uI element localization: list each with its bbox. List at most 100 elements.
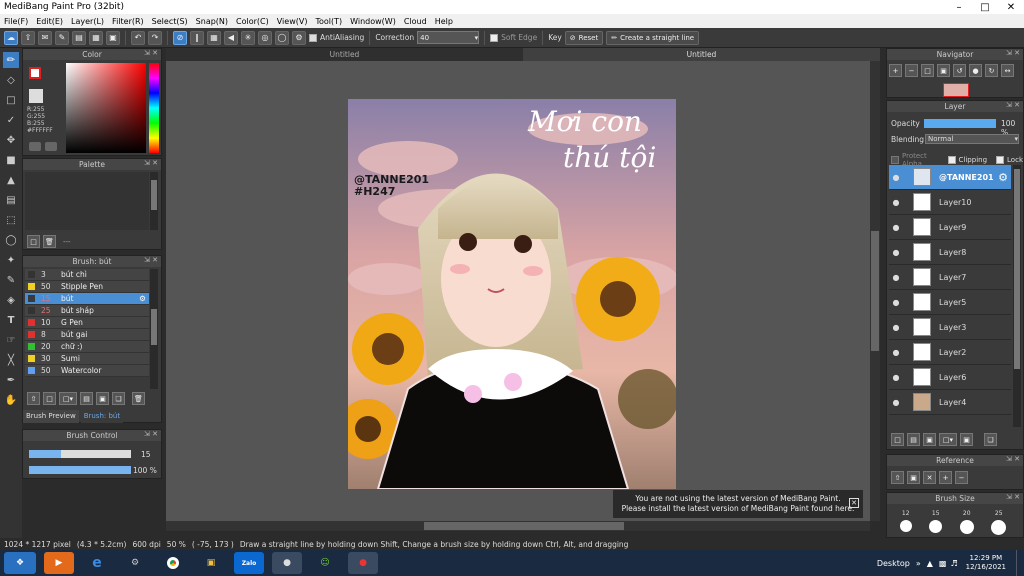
horizontal-scrollbar[interactable] (166, 521, 870, 531)
menu-select[interactable]: Select(S) (148, 17, 192, 26)
zoom-out-icon[interactable]: − (905, 64, 918, 77)
eye-icon[interactable]: ● (889, 348, 903, 357)
hue-slider[interactable] (149, 63, 159, 153)
new-layer-icon[interactable]: □ (891, 433, 904, 446)
medibang-icon[interactable]: ☺ (310, 552, 340, 574)
app-icon[interactable]: ⚙ (120, 552, 150, 574)
folder-icon[interactable]: ▣ (96, 392, 109, 405)
reference-upload-icon[interactable]: ⇧ (891, 471, 904, 484)
comment-icon[interactable]: ✉ (38, 30, 52, 45)
grid-icon[interactable]: ▦ (89, 30, 103, 45)
fill-shape-tool-icon[interactable]: ■ (3, 152, 19, 168)
canvas-workspace[interactable]: Mơi con thú tội @TANNE201 #H247 You are … (166, 61, 870, 521)
hand-tool-icon[interactable]: ✋ (3, 392, 19, 408)
panel-controls-icon[interactable]: ⇲ ✕ (1006, 493, 1020, 501)
panel-icon[interactable]: ▤ (72, 30, 86, 45)
marquee-tool-icon[interactable]: ⬚ (3, 212, 19, 228)
operation-tool-icon[interactable]: ☞ (3, 332, 19, 348)
snap-perspective-icon[interactable]: ◀ (224, 30, 238, 45)
rotate-left-icon[interactable]: ↺ (953, 64, 966, 77)
layer-row[interactable]: ● Layer4 (889, 390, 1011, 415)
protect-alpha-checkbox[interactable] (891, 156, 899, 164)
delete-palette-icon[interactable]: 🗑 (43, 235, 56, 248)
brush-size-preset[interactable]: 20 (959, 510, 974, 535)
eye-icon[interactable]: ● (889, 198, 903, 207)
reference-zoom-in-icon[interactable]: + (939, 471, 952, 484)
eye-icon[interactable]: ● (889, 373, 903, 382)
eyedropper-tool-icon[interactable]: ✒ (3, 372, 19, 388)
menu-window[interactable]: Window(W) (346, 17, 400, 26)
brush-tool-icon[interactable]: ✏ (3, 52, 19, 68)
gradient-tool-icon[interactable]: ▤ (3, 192, 19, 208)
menu-cloud[interactable]: Cloud (400, 17, 431, 26)
chevron-right-icon[interactable]: » (916, 559, 921, 568)
vertical-scrollbar[interactable] (870, 61, 880, 521)
snap-off-icon[interactable]: ⊘ (173, 30, 187, 45)
bucket-tool-icon[interactable]: ▲ (3, 172, 19, 188)
move-tool-icon[interactable]: ✥ (3, 132, 19, 148)
brush-item[interactable]: 20 chữ :) (25, 341, 149, 353)
foreground-color-swatch[interactable] (29, 67, 41, 79)
brush-size-preset[interactable]: 15 (929, 510, 943, 535)
snap-curve-icon[interactable]: ◯ (275, 30, 289, 45)
reference-zoom-out-icon[interactable]: − (955, 471, 968, 484)
eye-icon[interactable]: ● (889, 273, 903, 282)
layer-scrollbar[interactable] (1013, 165, 1021, 427)
redo-icon[interactable]: ↷ (148, 30, 162, 45)
eye-icon[interactable]: ● (889, 248, 903, 257)
brush-item[interactable]: 10 G Pen (25, 317, 149, 329)
delete-brush-icon[interactable]: 🗑 (132, 392, 145, 405)
brush-item[interactable]: 50 Stipple Pen (25, 281, 149, 293)
tray-arrow-icon[interactable]: ▲ (927, 559, 933, 568)
eraser-tool-icon[interactable]: ◇ (3, 72, 19, 88)
brush-size-preset[interactable]: 12 (899, 510, 912, 535)
snap-radial-icon[interactable]: ✳ (241, 30, 255, 45)
blending-select[interactable]: Normal ▾ (925, 134, 1019, 144)
layer-row[interactable]: ● Layer9 (889, 215, 1011, 240)
correction-select[interactable]: 40 ▾ (417, 31, 480, 44)
straight-line-button[interactable]: ✏ Create a straight line (606, 30, 700, 45)
new-8bit-layer-icon[interactable]: ▣ (923, 433, 936, 446)
brush-scrollbar[interactable] (150, 269, 158, 389)
menu-edit[interactable]: Edit(E) (32, 17, 67, 26)
panel-controls-icon[interactable]: ⇲ ✕ (1006, 455, 1020, 463)
magic-wand-tool-icon[interactable]: ✦ (3, 252, 19, 268)
eye-icon[interactable]: ● (889, 398, 903, 407)
minimize-icon[interactable]: – (946, 2, 972, 13)
palette-scroll-thumb[interactable] (151, 180, 157, 210)
new-brush-icon[interactable]: □ (43, 392, 56, 405)
menu-layer[interactable]: Layer(L) (67, 17, 108, 26)
lock-checkbox[interactable] (996, 156, 1005, 164)
rotate-right-icon[interactable]: ↻ (985, 64, 998, 77)
add-palette-icon[interactable]: □ (27, 235, 40, 248)
duplicate-icon[interactable]: ❏ (112, 392, 125, 405)
snap-settings-icon[interactable]: ⚙ (292, 30, 306, 45)
chrome-icon[interactable] (158, 552, 188, 574)
soft-edge-checkbox[interactable] (490, 33, 499, 42)
panel-controls-icon[interactable]: ⇲ ✕ (144, 430, 158, 438)
network-icon[interactable]: ▩ (939, 559, 947, 568)
media-player-icon[interactable]: ▶ (44, 552, 74, 574)
menu-file[interactable]: File(F) (0, 17, 32, 26)
update-notification[interactable]: You are not using the latest version of … (612, 489, 864, 519)
select-eraser-tool-icon[interactable]: ◈ (3, 292, 19, 308)
menu-snap[interactable]: Snap(N) (192, 17, 232, 26)
chrome-window-icon[interactable]: ● (272, 552, 302, 574)
brush-item[interactable]: 8 bút gai (25, 329, 149, 341)
reset-button[interactable]: ⊘ Reset (564, 30, 604, 45)
brush-item[interactable]: 50 Watercolor (25, 365, 149, 377)
menu-help[interactable]: Help (431, 17, 457, 26)
text-tool-icon[interactable]: T (3, 312, 19, 328)
show-desktop-button[interactable] (1016, 550, 1024, 576)
desktop-toolbar[interactable]: Desktop (877, 559, 910, 568)
select-pen-tool-icon[interactable]: ✎ (3, 272, 19, 288)
brush-item-selected[interactable]: 15 bút ⚙ (25, 293, 149, 305)
divide-tool-icon[interactable]: ╳ (3, 352, 19, 368)
volume-icon[interactable]: ♬ (950, 559, 957, 568)
tab-document-1[interactable]: Untitled (166, 48, 523, 61)
tab-brush[interactable]: Brush: bút (80, 410, 124, 423)
panel-controls-icon[interactable]: ⇲ ✕ (144, 49, 158, 57)
brush-item[interactable]: 25 bút sháp (25, 305, 149, 317)
clipping-checkbox[interactable] (947, 156, 956, 164)
start-button-icon[interactable]: ❖ (4, 552, 36, 574)
